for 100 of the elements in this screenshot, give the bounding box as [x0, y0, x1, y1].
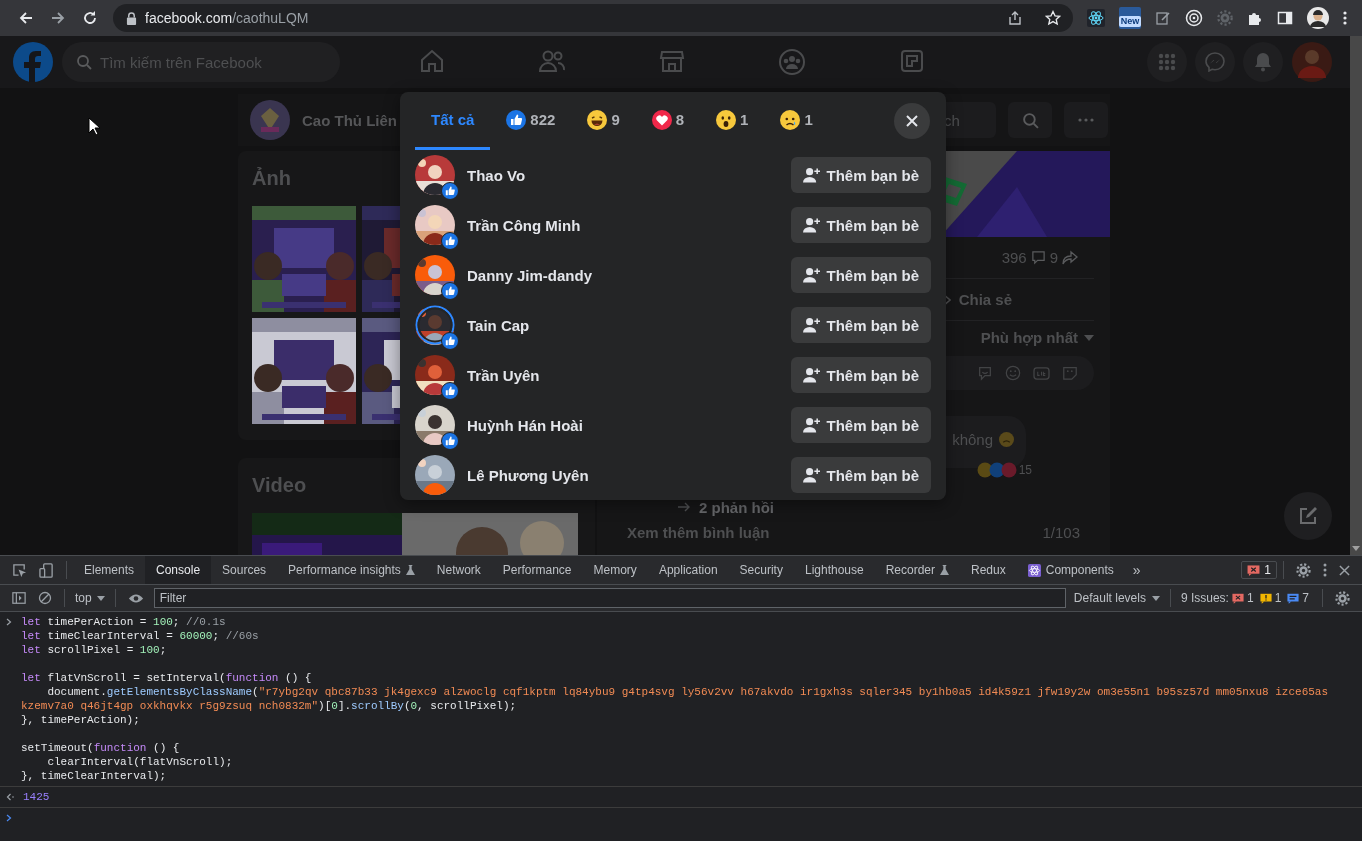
crying-face-icon [780, 109, 801, 130]
add-friend-button[interactable]: Thêm bạn bè [791, 207, 931, 243]
comment-pager: 1/103 [1042, 524, 1080, 541]
reaction-tab[interactable]: 1 [764, 92, 829, 150]
reply-arrow-icon [677, 502, 691, 512]
person-name[interactable]: Trần Uyên [467, 366, 540, 384]
devtools-tab[interactable]: Network [425, 556, 492, 584]
target-icon[interactable] [1185, 9, 1203, 27]
reload-icon[interactable] [82, 10, 98, 26]
console-prompt-icon[interactable] [6, 814, 12, 822]
error-counter[interactable]: 1 [1241, 561, 1277, 579]
code-line: let timeClearInterval = 60000; //60s [21, 629, 260, 643]
code-line: let timePerAction = 100; //0.1s [21, 615, 227, 629]
close-button[interactable] [894, 103, 930, 139]
add-friend-button[interactable]: Thêm bạn bè [791, 357, 931, 393]
input-prompt-icon [6, 618, 12, 626]
atom-icon [1027, 563, 1041, 577]
share-count: 9 [1049, 249, 1058, 266]
share-icon[interactable] [1007, 10, 1023, 26]
add-friend-button[interactable]: Thêm bạn bè [791, 407, 931, 443]
like-icon [506, 109, 527, 130]
filter-field[interactable]: Filter [153, 588, 1066, 608]
star-icon[interactable] [1045, 10, 1061, 26]
devtools-tab[interactable]: Elements [73, 556, 146, 584]
reaction-tab[interactable]: Tất cả [415, 92, 491, 150]
devtools-tab[interactable]: Components [1016, 556, 1125, 584]
person-name[interactable]: Thao Vo [467, 166, 526, 184]
reaction-tab[interactable]: 8 [635, 92, 701, 150]
page-name: Cao Thủ Liên [302, 111, 397, 129]
extension-button[interactable]: New [1119, 7, 1141, 29]
sidebar-toggle-icon[interactable] [12, 591, 26, 605]
eye-icon[interactable] [127, 592, 144, 604]
grid-icon [1158, 53, 1176, 71]
add-friend-button[interactable]: Thêm bạn bè [791, 307, 931, 343]
devtools-tab[interactable]: Redux [960, 556, 1017, 584]
context-dropdown[interactable]: top [71, 591, 109, 605]
bell-icon [1254, 52, 1272, 72]
laughing-face-icon [587, 109, 608, 130]
page-avatar [250, 100, 290, 140]
add-person-icon [803, 217, 821, 233]
reaction-tab[interactable]: 9 [571, 92, 636, 150]
clear-console-icon[interactable] [38, 591, 52, 605]
more-tabs-button[interactable]: » [1124, 562, 1149, 578]
add-friend-button[interactable]: Thêm bạn bè [791, 157, 931, 193]
add-person-icon [803, 417, 821, 433]
more-icon [1078, 118, 1094, 122]
address-bar[interactable]: facebook.com/caothuLQM [113, 4, 1073, 32]
section-title: Ảnh [252, 167, 291, 190]
devtools-tab[interactable]: Application [647, 556, 729, 584]
cursor-icon [88, 117, 100, 135]
code-line: }, timePerAction); [21, 713, 141, 727]
code-line: document.getElementsByClassName("r7ybg2qv qbc87b33 jk4gexc9 alzwoclg cqf1kptm lq84ybu9 g4tp4svg ly56v2vv h67akvdo ir1gxh3s sqler345 by1hb0a5 id4k59z1 jfw19y2w om3e55n1 b95sz57d mm05nxu8 izce65as [46, 685, 1329, 699]
comment-count: 396 [1001, 249, 1027, 266]
scroll-down-icon[interactable] [1352, 546, 1360, 551]
pencil-icon[interactable] [1155, 10, 1171, 26]
devtools-tab[interactable]: Performance insights [277, 556, 426, 584]
close-icon[interactable] [1339, 564, 1350, 576]
person-name[interactable]: Danny Jim-dandy [467, 266, 593, 284]
inspect-icon[interactable] [12, 562, 27, 578]
settings-icon[interactable] [1335, 590, 1350, 606]
sad-face-icon [999, 431, 1014, 447]
devtools-tab[interactable]: Performance [491, 556, 583, 584]
caret-icon [1151, 595, 1160, 601]
scrollbar[interactable] [1350, 36, 1362, 555]
result-value: 1425 [23, 790, 50, 804]
add-friend-button[interactable]: Thêm bạn bè [791, 457, 931, 493]
settings-icon[interactable] [1296, 562, 1311, 578]
reaction-tab[interactable]: 822 [490, 92, 572, 150]
profile-avatar-icon[interactable] [1307, 7, 1329, 29]
devtools-tab[interactable]: Security [728, 556, 794, 584]
device-icon[interactable] [39, 562, 54, 578]
devtools-tab[interactable]: Memory [582, 556, 648, 584]
kebab-menu-icon[interactable] [1323, 563, 1327, 577]
add-friend-button[interactable]: Thêm bạn bè [791, 257, 931, 293]
caret-icon [1084, 334, 1094, 341]
person-name[interactable]: Lê Phương Uyên [467, 466, 589, 484]
section-title: Video [252, 474, 307, 497]
menu-icon[interactable] [1343, 10, 1347, 26]
atom-icon[interactable] [1087, 9, 1105, 27]
puzzle-icon[interactable] [1247, 10, 1263, 26]
like-icon [441, 282, 459, 300]
person-name[interactable]: Tain Cap [467, 316, 530, 334]
forward-icon[interactable] [50, 10, 66, 26]
add-person-icon [803, 367, 821, 383]
log-levels-dropdown[interactable]: Default levels [1065, 591, 1164, 605]
devtools-tab[interactable]: Console [145, 556, 212, 584]
new-message-button[interactable] [1284, 492, 1332, 540]
reaction-tab[interactable]: 1 [700, 92, 765, 150]
reaction-icons [976, 462, 1017, 478]
issues-button[interactable]: 9 Issues: 1 1 7 [1176, 591, 1316, 605]
surprised-face-icon [716, 109, 737, 130]
comment-icon [1030, 250, 1046, 265]
person-name[interactable]: Huỳnh Hán Hoài [467, 416, 583, 434]
search-button[interactable] [1008, 102, 1052, 138]
devtools-tab[interactable]: Recorder [874, 556, 961, 584]
devtools-tab[interactable]: Sources [211, 556, 278, 584]
back-icon[interactable] [18, 10, 34, 26]
person-name[interactable]: Trần Công Minh [467, 216, 581, 234]
sidebar-icon[interactable] [1277, 10, 1293, 26]
devtools-tab[interactable]: Lighthouse [793, 556, 875, 584]
